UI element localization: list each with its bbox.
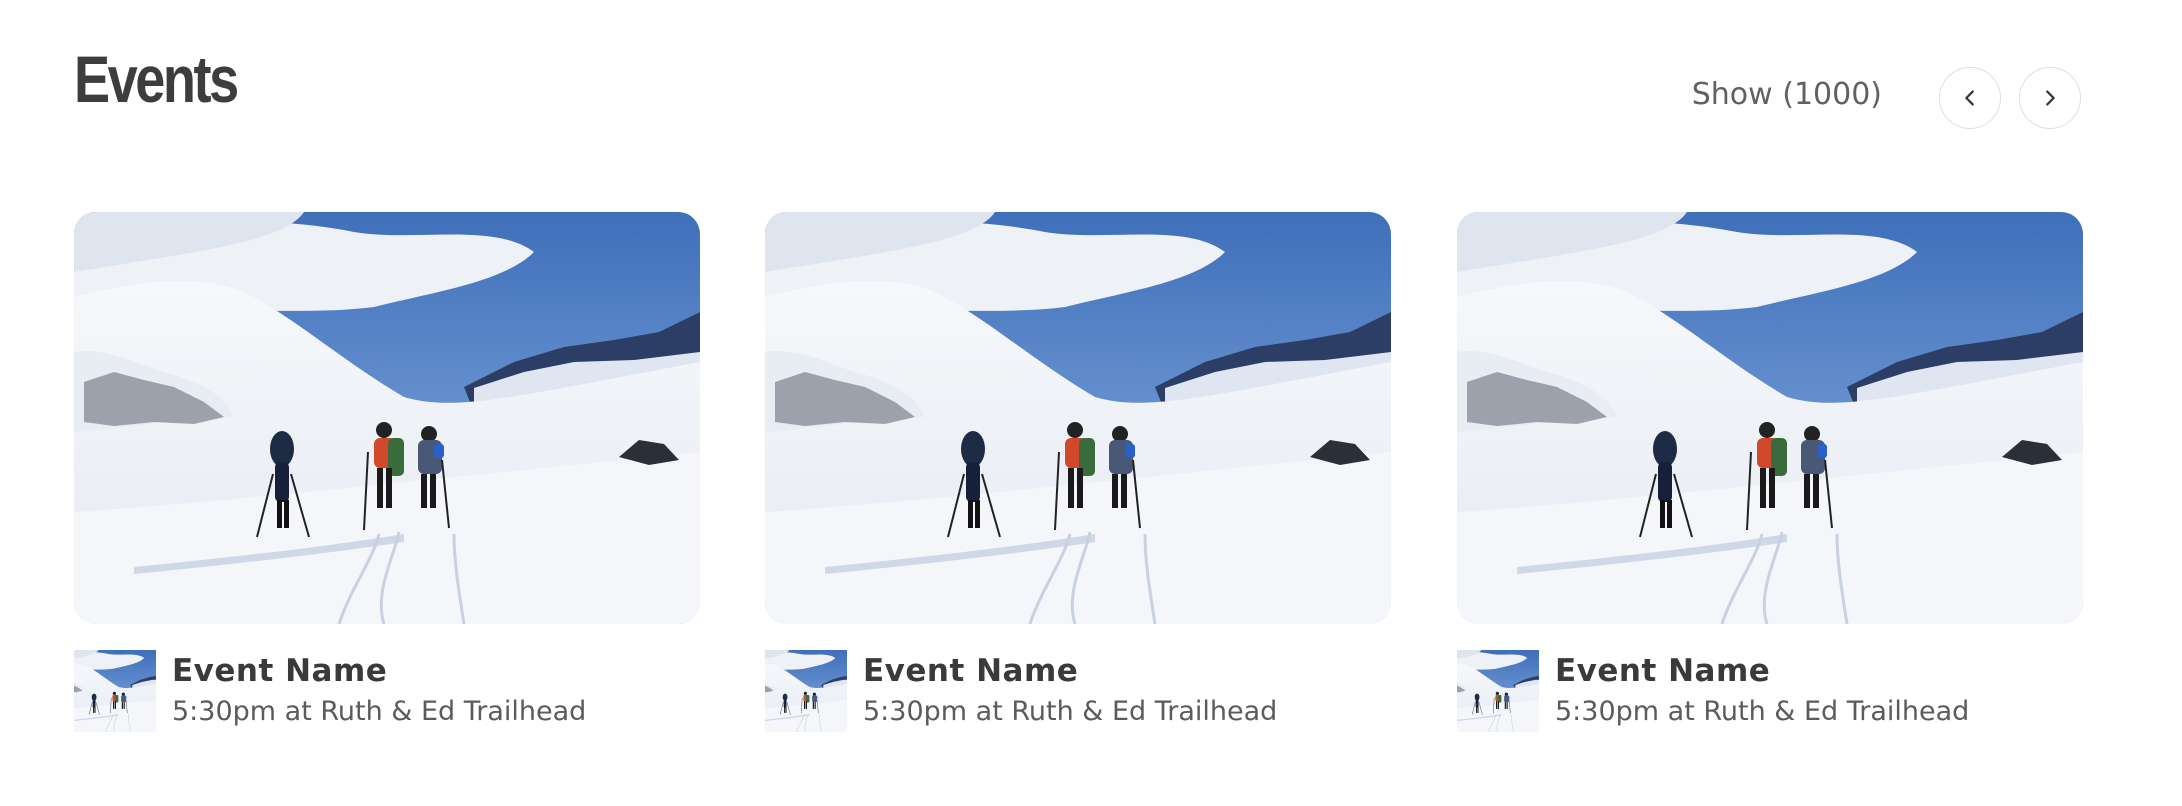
event-thumbnail	[74, 650, 156, 732]
event-meta: Event Name 5:30pm at Ruth & Ed Trailhead	[74, 650, 700, 732]
event-time-location: 5:30pm at Ruth & Ed Trailhead	[863, 696, 1278, 727]
event-thumbnail	[1457, 650, 1539, 732]
event-thumbnail	[765, 650, 847, 732]
show-all-link[interactable]: Show (1000)	[1692, 80, 1882, 110]
event-meta: Event Name 5:30pm at Ruth & Ed Trailhead	[1457, 650, 2083, 732]
next-button[interactable]	[2019, 67, 2081, 129]
chevron-left-icon	[1965, 90, 1974, 106]
event-name[interactable]: Event Name	[172, 656, 387, 687]
event-card[interactable]: Event Name 5:30pm at Ruth & Ed Trailhead	[74, 212, 700, 624]
event-card[interactable]: Event Name 5:30pm at Ruth & Ed Trailhead	[1457, 212, 2083, 624]
event-name[interactable]: Event Name	[863, 656, 1078, 687]
event-time-location: 5:30pm at Ruth & Ed Trailhead	[1555, 696, 1970, 727]
event-card[interactable]: Event Name 5:30pm at Ruth & Ed Trailhead	[765, 212, 1391, 624]
previous-button[interactable]	[1939, 67, 2001, 129]
event-name[interactable]: Event Name	[1555, 656, 1770, 687]
event-image[interactable]	[74, 212, 700, 624]
page-title: Events	[74, 42, 239, 116]
event-time-location: 5:30pm at Ruth & Ed Trailhead	[172, 696, 587, 727]
event-meta: Event Name 5:30pm at Ruth & Ed Trailhead	[765, 650, 1391, 732]
event-image[interactable]	[765, 212, 1391, 624]
chevron-right-icon	[2046, 90, 2055, 106]
event-image[interactable]	[1457, 212, 2083, 624]
